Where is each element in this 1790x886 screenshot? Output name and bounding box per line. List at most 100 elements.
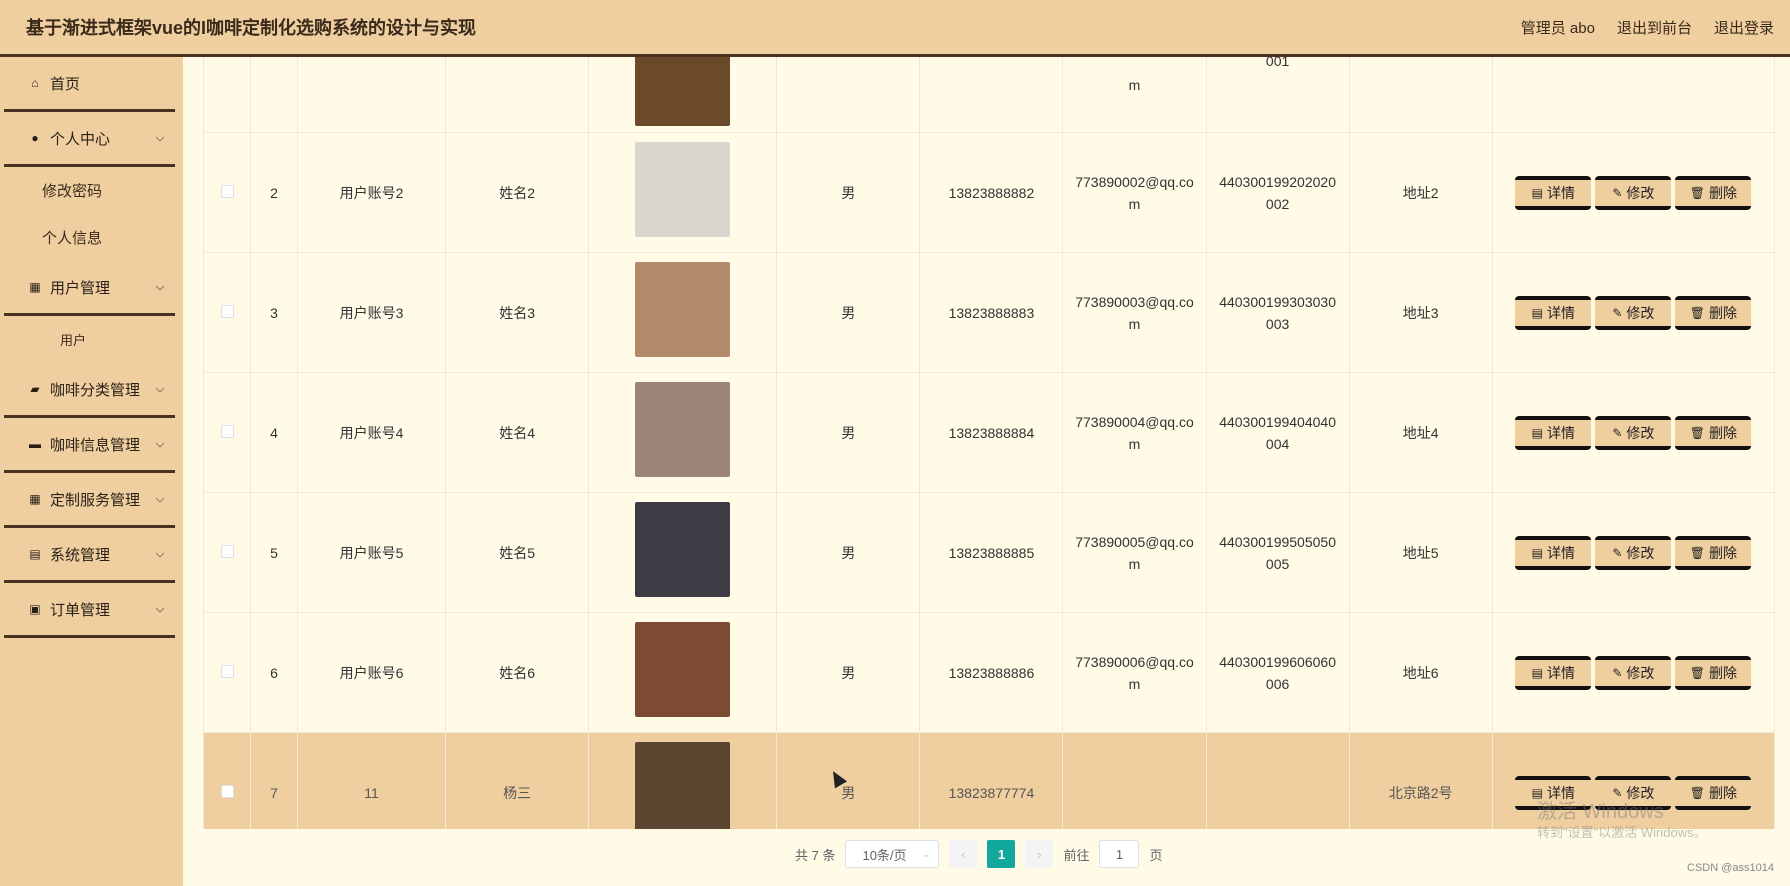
address-cell: 地址5 [1402,544,1439,561]
edit-button[interactable]: ✎ 修改 [1595,175,1672,210]
row-index: 7 [270,784,278,801]
button-label: 详情 [1547,184,1576,201]
account-cell: 用户账号3 [339,304,404,321]
document-icon: ▤ [29,547,41,561]
button-label: 修改 [1626,304,1655,321]
detail-button[interactable]: ▤ 详情 [1515,175,1592,210]
document-icon: ▤ [1531,305,1544,320]
user-photo [635,142,731,237]
sidebar-item-personal-center[interactable]: ● 个人中心 [4,112,175,167]
gender-cell: 男 [841,784,856,801]
row-checkbox[interactable] [220,424,234,438]
edit-button[interactable]: ✎ 修改 [1595,655,1672,690]
document-icon: ▤ [1531,425,1544,440]
table-row: 3 用户账号3 姓名3 男 13823888883 773890003@qq.com 440… [203,252,1775,373]
goto-page-input[interactable]: 1 [1099,840,1140,868]
sidebar-item-coffee-category[interactable]: ▰ 咖啡分类管理 [4,363,175,418]
edit-button[interactable]: ✎ 修改 [1595,415,1672,450]
trash-icon: 🗑 [1689,545,1705,560]
page-number-current[interactable]: 1 [987,840,1016,868]
sidebar-item-orders[interactable]: ▣ 订单管理 [4,583,175,638]
trash-icon: 🗑 [1689,305,1705,320]
sidebar-item-custom-service[interactable]: ▦ 定制服务管理 [4,473,175,528]
sidebar-item-coffee-info[interactable]: ▬ 咖啡信息管理 [4,418,175,473]
edit-button[interactable]: ✎ 修改 [1595,295,1672,330]
address-cell: 地址6 [1402,664,1439,681]
phone-cell: 13823877774 [948,784,1035,801]
sidebar-item-label: 订单管理 [50,601,111,619]
user-table-container: m 001 2 用户账号2 姓名2 男 13823888882 773890002@qq.… [203,57,1775,829]
detail-button[interactable]: ▤ 详情 [1515,295,1592,330]
row-index: 3 [270,304,278,321]
logout-link[interactable]: 退出登录 [1714,17,1774,38]
idcard-cell: 440300199505050005 [1219,533,1336,572]
button-label: 删除 [1708,184,1737,201]
page-size-value: 10条/页 [862,847,907,863]
account-cell: 用户账号2 [339,184,404,201]
name-cell: 姓名4 [499,424,536,441]
button-label: 详情 [1547,424,1576,441]
next-page-button[interactable]: › [1025,840,1054,868]
edit-button[interactable]: ✎ 修改 [1595,535,1672,570]
activate-windows-subtitle: 转到"设置"以激活 Windows。 [1537,825,1707,840]
address-cell: 地址3 [1402,304,1439,321]
sidebar-item-home[interactable]: ⌂ 首页 [4,57,175,112]
order-icon: ▣ [29,602,41,616]
row-checkbox[interactable] [220,544,234,558]
button-label: 删除 [1708,424,1737,441]
user-photo [635,742,731,829]
detail-button[interactable]: ▤ 详情 [1515,535,1592,570]
row-checkbox[interactable] [220,304,234,318]
detail-button[interactable]: ▤ 详情 [1515,415,1592,450]
phone-cell: 13823888885 [948,544,1035,561]
grid-icon: ▦ [29,280,41,294]
gender-cell: 男 [841,424,856,441]
email-cell: 773890004@qq.com [1075,413,1194,452]
pagination-total: 共 7 条 [795,847,836,863]
row-checkbox[interactable] [220,184,234,198]
name-cell: 姓名5 [499,544,536,561]
activate-windows-title: 激活 Windows [1537,801,1664,823]
row-index: 6 [270,664,278,681]
page-size-select[interactable]: 10条/页 ⌄ [845,840,940,868]
chevron-down-icon [155,549,165,558]
row-checkbox[interactable] [220,664,234,678]
sidebar-item-system[interactable]: ▤ 系统管理 [4,528,175,583]
sidebar-subitem-personal-info[interactable]: 个人信息 [0,214,183,261]
table-body: m 001 2 用户账号2 姓名2 男 13823888882 773890002@qq.… [203,57,1775,829]
idcard-cell: 440300199404040004 [1219,413,1336,452]
phone-cell: 13823888883 [948,304,1035,321]
csdn-credit: CSDN @ass1014 [1687,862,1774,874]
email-cell: 773890003@qq.com [1075,293,1194,332]
row-checkbox[interactable] [220,784,234,798]
chevron-down-icon [155,494,165,503]
idcard-cell: 440300199606060006 [1219,653,1336,692]
exit-to-front-link[interactable]: 退出到前台 [1617,17,1692,38]
sidebar-item-user-management[interactable]: ▦ 用户管理 [4,261,175,316]
trash-icon: 🗑 [1689,665,1705,680]
gender-cell: 男 [841,184,856,201]
delete-button[interactable]: 🗑 删除 [1675,415,1752,450]
admin-user-label[interactable]: 管理员 abo [1521,17,1595,38]
button-label: 修改 [1626,424,1655,441]
sidebar-subitem-change-password[interactable]: 修改密码 [0,167,183,214]
page-unit-label: 页 [1149,847,1163,863]
sidebar-item-label: 系统管理 [50,546,111,564]
sidebar-subitem-user[interactable]: 用户 [0,316,183,363]
app-title: 基于渐进式框架vue的I咖啡定制化选购系统的设计与实现 [26,18,477,38]
button-label: 删除 [1708,784,1737,801]
cup-icon: ▰ [30,382,40,396]
grid-icon: ▦ [29,492,41,506]
delete-button[interactable]: 🗑 删除 [1675,175,1752,210]
detail-button[interactable]: ▤ 详情 [1515,655,1592,690]
address-cell: 北京路2号 [1388,784,1453,801]
delete-button[interactable]: 🗑 删除 [1675,775,1752,810]
button-label: 修改 [1626,544,1655,561]
delete-button[interactable]: 🗑 删除 [1675,535,1752,570]
sidebar-item-label: 用户管理 [50,279,111,297]
idcard-cell: 440300199303030003 [1219,293,1336,332]
delete-button[interactable]: 🗑 删除 [1675,655,1752,690]
prev-page-button[interactable]: ‹ [949,840,978,868]
sidebar-item-label: 首页 [50,75,81,93]
delete-button[interactable]: 🗑 删除 [1675,295,1752,330]
